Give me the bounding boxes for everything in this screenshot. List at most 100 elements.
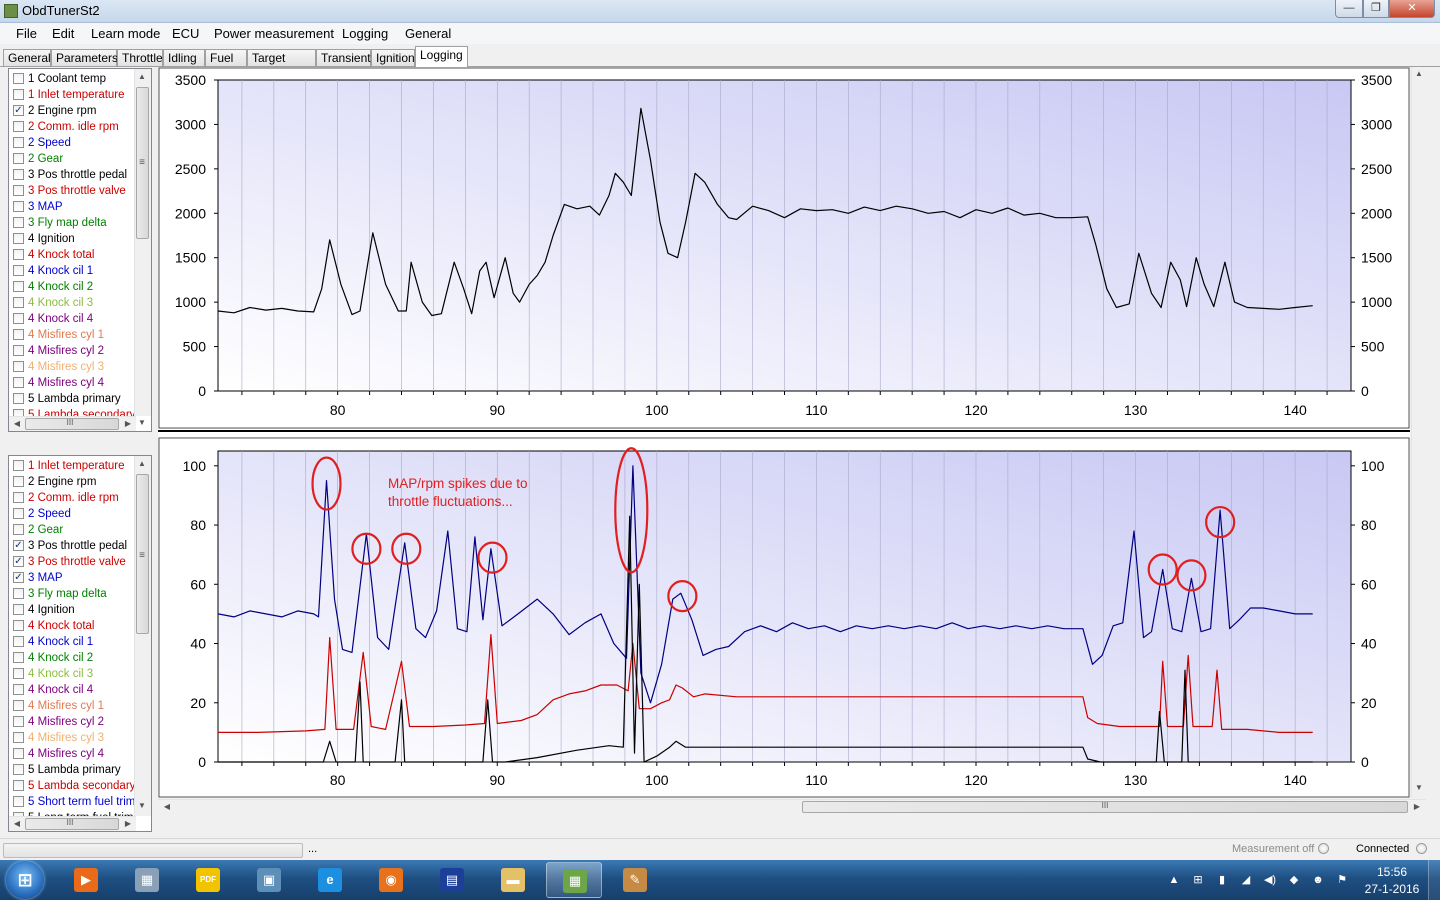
channel-checkbox[interactable]	[13, 233, 24, 244]
tray-icon[interactable]: ▮	[1215, 873, 1229, 887]
scroll-right-arrow[interactable]: ▶	[121, 419, 135, 428]
vertical-scrollbar[interactable]: ▲ ≡ ▼	[134, 69, 151, 427]
tray-icon[interactable]: ⊞	[1191, 873, 1205, 887]
channel-checkbox[interactable]	[13, 153, 24, 164]
channel-checkbox[interactable]: ✓	[13, 540, 24, 551]
channel-checkbox[interactable]	[13, 377, 24, 388]
tray-icon[interactable]: ⚑	[1335, 873, 1349, 887]
taskbar-app-firefox[interactable]: ◉	[363, 862, 419, 898]
channel-checkbox[interactable]	[13, 604, 24, 615]
clock-time[interactable]: 15:56	[1372, 865, 1412, 879]
channel-checkbox[interactable]	[13, 185, 24, 196]
channel-checkbox[interactable]	[13, 169, 24, 180]
menu-general[interactable]: General	[405, 26, 451, 41]
channel-list-bottom[interactable]: 1 Inlet temperature 2 Engine rpm 2 Comm. i…	[8, 455, 152, 832]
chart-vertical-scrollbar[interactable]: ▲ ▼	[1411, 67, 1426, 797]
tray-icon[interactable]: ◀)	[1263, 873, 1277, 887]
tab-ignition[interactable]: Ignition	[371, 49, 415, 66]
channel-checkbox[interactable]	[13, 636, 24, 647]
channel-checkbox[interactable]	[13, 281, 24, 292]
show-desktop-button[interactable]	[1428, 860, 1440, 900]
tray-icon[interactable]: ▲	[1167, 873, 1181, 887]
maximize-button[interactable]: ❐	[1363, 0, 1389, 18]
tray-icon[interactable]: ☻	[1311, 873, 1325, 887]
tab-parameters[interactable]: Parameters	[51, 49, 118, 66]
tab-transient[interactable]: Transient	[316, 49, 371, 66]
taskbar-app-obdtuner[interactable]: ▦	[546, 862, 602, 898]
taskbar-app-ie[interactable]: e	[302, 862, 358, 898]
channel-checkbox[interactable]	[13, 460, 24, 471]
channel-checkbox[interactable]	[13, 716, 24, 727]
channel-checkbox[interactable]	[13, 73, 24, 84]
channel-checkbox[interactable]	[13, 345, 24, 356]
channel-checkbox[interactable]	[13, 265, 24, 276]
close-button[interactable]: ✕	[1389, 0, 1435, 18]
start-button[interactable]: ⊞	[6, 861, 44, 899]
chart-horizontal-scrollbar[interactable]: ◀ III ▶	[158, 799, 1426, 815]
channel-checkbox[interactable]	[13, 201, 24, 212]
menu-ecu[interactable]: ECU	[172, 26, 199, 41]
scroll-left-arrow[interactable]: ◀	[10, 419, 24, 428]
scroll-up-arrow[interactable]: ▲	[135, 72, 149, 81]
menu-learn-mode[interactable]: Learn mode	[91, 26, 160, 41]
channel-checkbox[interactable]	[13, 297, 24, 308]
tab-target-afr[interactable]: Target AFR	[247, 49, 316, 81]
channel-checkbox[interactable]	[13, 361, 24, 372]
scroll-left-arrow[interactable]: ◀	[160, 802, 174, 811]
channel-checkbox[interactable]	[13, 476, 24, 487]
menu-logging[interactable]: Logging	[342, 26, 388, 41]
taskbar-app-explorer[interactable]: ▬	[485, 862, 541, 898]
scroll-up-arrow[interactable]: ▲	[1412, 69, 1426, 78]
channel-checkbox[interactable]	[13, 137, 24, 148]
tab-general[interactable]: General	[3, 49, 51, 66]
taskbar-app-save[interactable]: ▤	[424, 862, 480, 898]
taskbar-app-paint[interactable]: ✎	[607, 862, 663, 898]
channel-checkbox[interactable]	[13, 313, 24, 324]
taskbar-app-media[interactable]: ▶	[58, 862, 114, 898]
channel-checkbox[interactable]: ✓	[13, 105, 24, 116]
channel-checkbox[interactable]	[13, 796, 24, 807]
channel-checkbox[interactable]	[13, 524, 24, 535]
channel-checkbox[interactable]	[13, 508, 24, 519]
channel-checkbox[interactable]	[13, 652, 24, 663]
scroll-right-arrow[interactable]: ▶	[121, 819, 135, 828]
channel-checkbox[interactable]	[13, 249, 24, 260]
channel-checkbox[interactable]	[13, 121, 24, 132]
taskbar-app-pdf[interactable]: PDF	[180, 862, 236, 898]
vertical-scrollbar[interactable]: ▲ ≡ ▼	[134, 456, 151, 816]
scroll-up-arrow[interactable]: ▲	[135, 459, 149, 468]
channel-checkbox[interactable]	[13, 700, 24, 711]
tab-throttle[interactable]: Throttle	[117, 49, 163, 66]
menu-power-measurement[interactable]: Power measurement	[214, 26, 334, 41]
tab-idling[interactable]: Idling	[163, 49, 205, 66]
channel-checkbox[interactable]	[13, 668, 24, 679]
clock-date[interactable]: 27-1-2016	[1360, 882, 1424, 896]
channel-checkbox[interactable]: ✓	[13, 572, 24, 583]
channel-list-top[interactable]: 1 Coolant temp 1 Inlet temperature ✓ 2 Engi…	[8, 68, 152, 432]
channel-checkbox[interactable]	[13, 764, 24, 775]
channel-checkbox[interactable]	[13, 620, 24, 631]
scroll-down-arrow[interactable]: ▼	[1412, 783, 1426, 792]
scroll-right-arrow[interactable]: ▶	[1410, 802, 1424, 811]
minimize-button[interactable]: —	[1335, 0, 1363, 18]
channel-checkbox[interactable]	[13, 329, 24, 340]
channel-checkbox[interactable]	[13, 492, 24, 503]
taskbar-app-calc[interactable]: ▦	[119, 862, 175, 898]
channel-checkbox[interactable]	[13, 217, 24, 228]
menu-file[interactable]: File	[16, 26, 37, 41]
channel-checkbox[interactable]: ✓	[13, 556, 24, 567]
channel-checkbox[interactable]	[13, 588, 24, 599]
taskbar-app-control-panel[interactable]: ▣	[241, 862, 297, 898]
menu-edit[interactable]: Edit	[52, 26, 74, 41]
tab-logging[interactable]: Logging	[415, 46, 468, 67]
horizontal-scrollbar[interactable]: ◀ III ▶	[9, 816, 136, 831]
tab-fuel[interactable]: Fuel	[205, 49, 247, 66]
channel-checkbox[interactable]	[13, 684, 24, 695]
channel-checkbox[interactable]	[13, 780, 24, 791]
scroll-down-arrow[interactable]: ▼	[135, 801, 149, 810]
tray-icon[interactable]: ◆	[1287, 873, 1301, 887]
channel-checkbox[interactable]	[13, 89, 24, 100]
tray-icon[interactable]: ◢	[1239, 873, 1253, 887]
horizontal-scrollbar[interactable]: ◀ III ▶	[9, 416, 136, 431]
channel-checkbox[interactable]	[13, 732, 24, 743]
